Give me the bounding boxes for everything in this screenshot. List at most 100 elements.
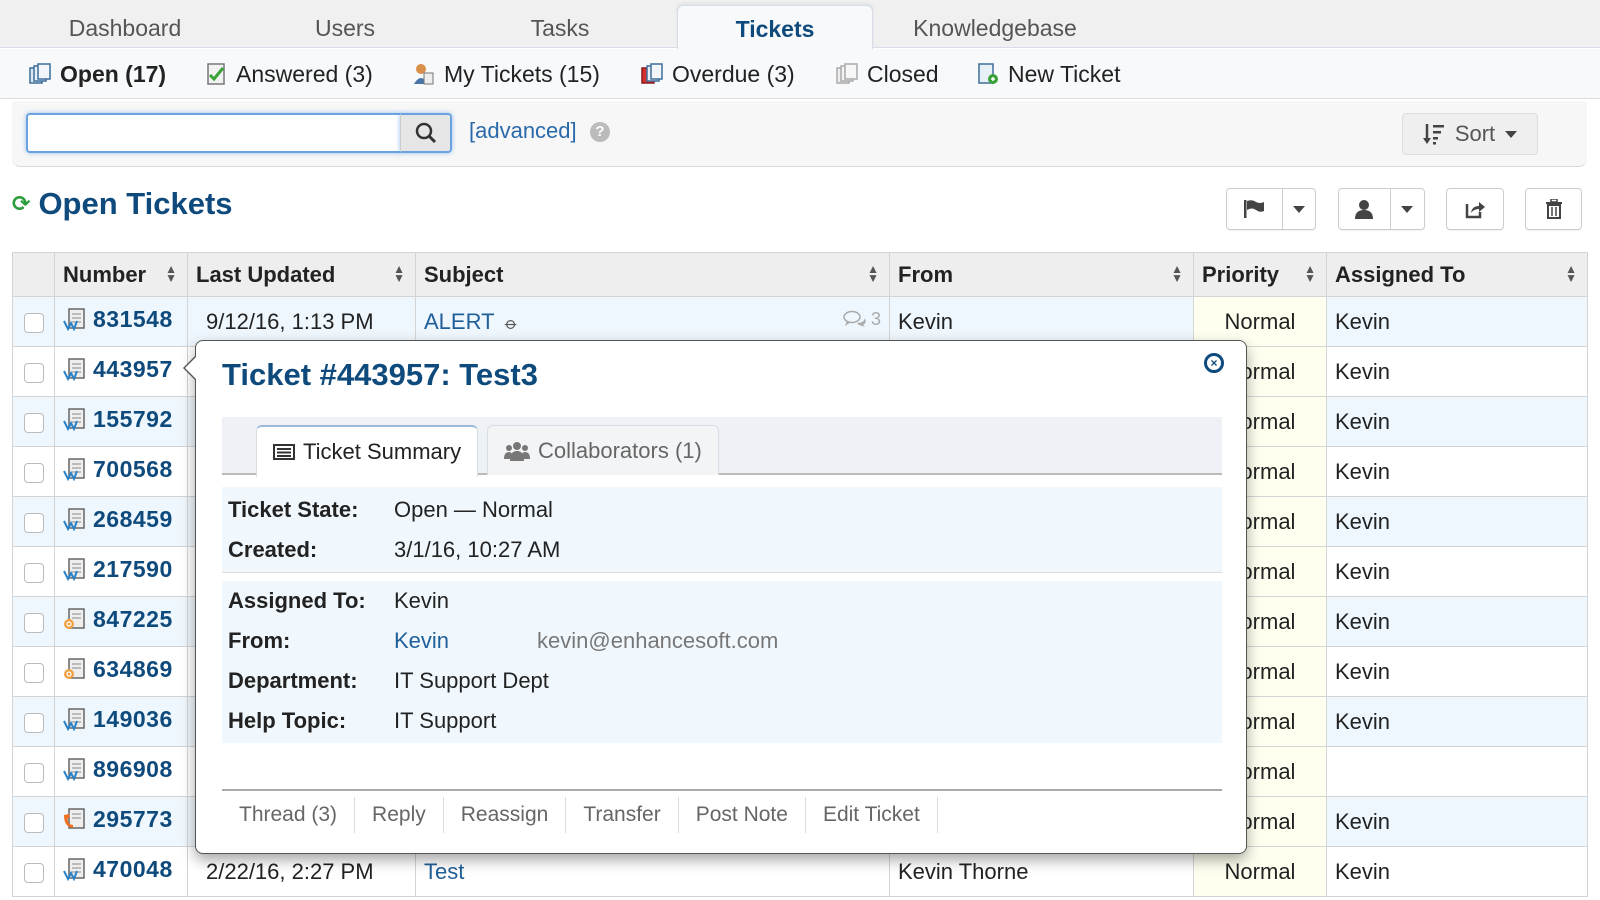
transfer-link[interactable]: Transfer bbox=[566, 797, 679, 833]
users-icon bbox=[504, 441, 530, 461]
closed-icon bbox=[836, 63, 858, 84]
post-note-link[interactable]: Post Note bbox=[679, 797, 806, 833]
ticket-number-link[interactable]: 700568 bbox=[63, 456, 173, 483]
number-cell: 831548 bbox=[54, 296, 188, 347]
ticket-number-link[interactable]: 831548 bbox=[63, 306, 173, 333]
priority: Normal bbox=[1224, 308, 1296, 334]
row-checkbox-cell bbox=[12, 296, 55, 347]
ticket-number-link[interactable]: 443957 bbox=[63, 356, 173, 383]
assigned-to: Kevin bbox=[1335, 458, 1391, 484]
subnav-closed[interactable]: Closed bbox=[835, 49, 939, 99]
flag-button[interactable] bbox=[1227, 189, 1282, 229]
sub-nav: Open (17) Answered (3) My Tickets (15) O… bbox=[0, 49, 1600, 99]
tab-tickets[interactable]: Tickets bbox=[677, 5, 873, 49]
ticket-details-section: Assigned To: Kevin From: Kevin kevin@enhanc… bbox=[222, 581, 1222, 743]
subnav-overdue[interactable]: Overdue (3) bbox=[640, 49, 795, 99]
subnav-new-ticket[interactable]: New Ticket bbox=[976, 49, 1120, 99]
ticket-number-link[interactable]: 896908 bbox=[63, 756, 173, 783]
ticket-state-value: Open — Normal bbox=[394, 497, 553, 522]
row-checkbox[interactable] bbox=[23, 562, 44, 583]
column-header-last-updated[interactable]: Last Updated ▲ ▼ bbox=[187, 252, 416, 297]
number-cell: 443957 bbox=[54, 346, 188, 397]
from-email: kevin@enhancesoft.com bbox=[537, 628, 779, 653]
from-user-link[interactable]: Kevin bbox=[394, 628, 449, 654]
sort-arrows-icon: ▲ ▼ bbox=[1304, 262, 1316, 285]
ticket-number-link[interactable]: 847225 bbox=[63, 606, 173, 633]
column-header-subject[interactable]: Subject ▲ ▼ bbox=[415, 252, 890, 297]
ticket-number: 443957 bbox=[93, 355, 173, 382]
table-header-row: Number ▲ ▼ Last Updated ▲ ▼ Subject ▲ ▼ From ▲ ▼… bbox=[12, 252, 1588, 297]
assign-button[interactable] bbox=[1339, 189, 1390, 229]
ticket-source-email-icon bbox=[63, 607, 87, 631]
sort-button[interactable]: Sort bbox=[1402, 113, 1538, 155]
ticket-number: 295773 bbox=[93, 805, 173, 832]
assigned-cell: Kevin bbox=[1326, 496, 1588, 547]
share-icon bbox=[1465, 202, 1485, 219]
subnav-my-tickets[interactable]: My Tickets (15) bbox=[412, 49, 600, 99]
row-checkbox[interactable] bbox=[23, 762, 44, 783]
row-checkbox-cell bbox=[12, 596, 55, 647]
row-checkbox[interactable] bbox=[23, 712, 44, 733]
ticket-number-link[interactable]: 634869 bbox=[63, 656, 173, 683]
assigned-cell: Kevin bbox=[1326, 546, 1588, 597]
row-checkbox[interactable] bbox=[23, 412, 44, 433]
row-checkbox[interactable] bbox=[23, 312, 44, 333]
close-icon[interactable]: × bbox=[1204, 353, 1224, 373]
row-checkbox-cell bbox=[12, 396, 55, 447]
subnav-answered[interactable]: Answered (3) bbox=[204, 49, 373, 99]
help-topic-row: Help Topic: IT Support bbox=[222, 701, 1222, 741]
refresh-icon[interactable]: ⟳ bbox=[12, 191, 30, 217]
tab-collaborators[interactable]: Collaborators (1) bbox=[487, 425, 719, 475]
tab-users[interactable]: Users bbox=[260, 0, 430, 48]
subnav-open[interactable]: Open (17) bbox=[28, 49, 166, 99]
assigned-cell bbox=[1326, 746, 1588, 797]
ticket-number-link[interactable]: 268459 bbox=[63, 506, 173, 533]
column-header-from[interactable]: From ▲ ▼ bbox=[889, 252, 1194, 297]
advanced-search-link[interactable]: [advanced] bbox=[469, 118, 577, 144]
row-checkbox-cell bbox=[12, 746, 55, 797]
edit-ticket-link[interactable]: Edit Ticket bbox=[806, 797, 938, 833]
row-checkbox[interactable] bbox=[23, 662, 44, 683]
search-input[interactable] bbox=[26, 113, 401, 153]
open-tickets-icon bbox=[29, 63, 51, 84]
tab-knowledgebase[interactable]: Knowledgebase bbox=[900, 0, 1090, 48]
ticket-number-link[interactable]: 149036 bbox=[63, 706, 173, 733]
thread-link[interactable]: Thread (3) bbox=[222, 797, 356, 833]
row-checkbox[interactable] bbox=[23, 512, 44, 533]
ticket-number-link[interactable]: 470048 bbox=[63, 856, 173, 883]
ticket-number-link[interactable]: 155792 bbox=[63, 406, 173, 433]
help-icon[interactable]: ? bbox=[590, 122, 610, 142]
row-checkbox-cell bbox=[12, 346, 55, 397]
sort-arrows-icon: ▲ ▼ bbox=[867, 262, 879, 285]
subnav-new-ticket-label: New Ticket bbox=[1008, 60, 1121, 87]
delete-button-inner[interactable] bbox=[1526, 189, 1581, 229]
flag-dropdown[interactable] bbox=[1281, 189, 1315, 229]
from-name: Kevin bbox=[898, 308, 954, 334]
export-button[interactable] bbox=[1446, 188, 1504, 230]
row-checkbox[interactable] bbox=[23, 362, 44, 383]
assigned-cell: Kevin bbox=[1326, 446, 1588, 497]
row-checkbox[interactable] bbox=[23, 812, 44, 833]
reassign-link[interactable]: Reassign bbox=[444, 797, 567, 833]
subject-link[interactable]: Test bbox=[424, 859, 464, 884]
table-row[interactable]: 831548 9/12/16, 1:13 PM ALERT ⌀ 3 Kevin Norma… bbox=[12, 296, 1588, 347]
tab-ticket-summary[interactable]: Ticket Summary bbox=[256, 425, 479, 477]
ticket-number-link[interactable]: 295773 bbox=[63, 806, 173, 833]
ticket-number-link[interactable]: 217590 bbox=[63, 556, 173, 583]
reply-link[interactable]: Reply bbox=[355, 797, 444, 833]
export-button-inner[interactable] bbox=[1447, 189, 1503, 229]
row-checkbox[interactable] bbox=[23, 612, 44, 633]
search-button[interactable] bbox=[400, 113, 452, 153]
assign-dropdown[interactable] bbox=[1389, 189, 1424, 229]
column-header-priority[interactable]: Priority ▲ ▼ bbox=[1193, 252, 1327, 297]
column-header-assigned-to[interactable]: Assigned To ▲ ▼ bbox=[1326, 252, 1588, 297]
column-header-number[interactable]: Number ▲ ▼ bbox=[54, 252, 188, 297]
row-checkbox[interactable] bbox=[23, 862, 44, 883]
tab-tasks[interactable]: Tasks bbox=[475, 0, 645, 48]
delete-button[interactable] bbox=[1525, 188, 1582, 230]
tab-dashboard[interactable]: Dashboard bbox=[40, 0, 210, 48]
subject-link[interactable]: ALERT bbox=[424, 309, 494, 334]
row-checkbox[interactable] bbox=[23, 462, 44, 483]
table-row[interactable]: 470048 2/22/16, 2:27 PM Test Kevin Thorne No… bbox=[12, 846, 1588, 897]
number-cell: 700568 bbox=[54, 446, 188, 497]
